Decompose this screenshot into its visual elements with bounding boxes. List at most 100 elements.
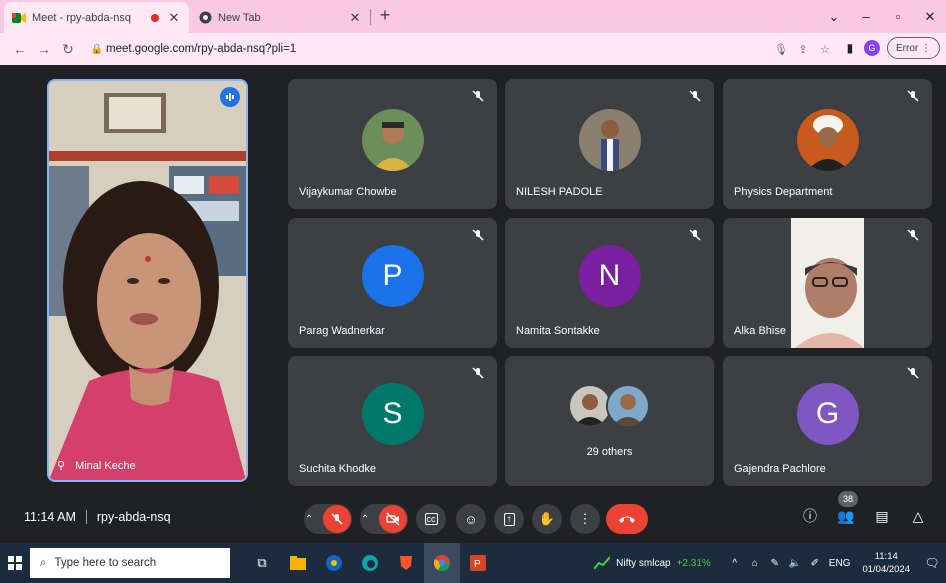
- notifications-icon[interactable]: 🗨: [918, 556, 946, 570]
- camera-options-chevron-icon[interactable]: ⌃: [361, 514, 379, 525]
- close-tab-icon[interactable]: ✕: [348, 10, 362, 26]
- file-explorer-icon[interactable]: [280, 543, 316, 583]
- ticker-change: +2.31%: [676, 557, 711, 569]
- chrome-active-icon[interactable]: [424, 543, 460, 583]
- leave-call-button[interactable]: [606, 504, 648, 534]
- others-avatar: [605, 384, 650, 428]
- participant-photo: [796, 109, 859, 171]
- meeting-code: rpy-abda-nsq: [96, 510, 171, 524]
- taskbar-apps: ⧉ P: [244, 543, 496, 583]
- stock-ticker-widget[interactable]: Nifty smlcap +2.31%: [594, 556, 711, 570]
- mic-control[interactable]: ⌃: [304, 504, 352, 534]
- people-icon[interactable]: 👥: [828, 508, 864, 525]
- search-placeholder: Type here to search: [54, 557, 157, 569]
- mic-options-chevron-icon[interactable]: ⌃: [305, 514, 323, 525]
- profile-avatar[interactable]: G: [863, 40, 880, 56]
- tab-new-tab[interactable]: New Tab ✕: [190, 2, 370, 33]
- powerpoint-icon[interactable]: P: [460, 543, 496, 583]
- pin-icon[interactable]: ⚲: [57, 459, 65, 472]
- participant-video: [791, 218, 864, 348]
- mic-muted-icon: [907, 90, 919, 102]
- present-button[interactable]: ↑: [494, 504, 524, 534]
- participant-avatar-letter: N: [578, 245, 641, 307]
- windows-taskbar: ⌕ Type here to search ⧉ P Nifty smlcap +…: [0, 543, 946, 583]
- minimize-icon[interactable]: –: [850, 9, 882, 24]
- forward-icon[interactable]: →: [32, 41, 56, 57]
- more-options-button[interactable]: ⋮: [570, 504, 600, 534]
- pen-icon[interactable]: ✎: [765, 558, 785, 569]
- captions-icon: cc: [424, 513, 438, 525]
- participant-tile[interactable]: P Parag Wadnerkar: [288, 218, 497, 348]
- brave-icon[interactable]: [388, 543, 424, 583]
- mic-muted-icon: [472, 367, 484, 379]
- captions-button[interactable]: cc: [416, 504, 446, 534]
- meeting-time: 11:14 AM: [24, 510, 76, 524]
- network-icon[interactable]: ⌂: [745, 558, 765, 569]
- windows-logo-icon: [8, 556, 22, 570]
- participant-tile[interactable]: S Suchita Khodke: [288, 356, 497, 486]
- meeting-details-icon[interactable]: ⓘ: [792, 506, 828, 526]
- language-indicator[interactable]: ENG: [829, 558, 851, 569]
- mic-permission-icon[interactable]: 🎙: [770, 43, 792, 56]
- error-button[interactable]: Error ⋮: [886, 37, 940, 59]
- participant-photo: [578, 109, 641, 171]
- participant-tile[interactable]: Physics Department: [723, 79, 932, 209]
- side-panel-icon[interactable]: ▮: [839, 41, 861, 55]
- participant-avatar-letter: P: [361, 245, 424, 307]
- bookmark-star-icon[interactable]: ☆: [814, 43, 836, 56]
- reload-icon[interactable]: ↻: [56, 41, 80, 58]
- error-label: Error: [895, 42, 919, 54]
- meeting-info: 11:14 AM rpy-abda-nsq: [24, 510, 171, 524]
- screen: Meet - rpy-abda-nsq ✕ New Tab ✕ + ⌄ – ▫ …: [0, 0, 946, 583]
- tab-search-icon[interactable]: ⌄: [818, 9, 850, 25]
- mic-off-icon[interactable]: [323, 505, 351, 533]
- speaking-indicator-icon: [220, 87, 240, 107]
- toolbar-right: ▮ G Error ⋮: [839, 37, 940, 59]
- close-window-icon[interactable]: ✕: [914, 9, 946, 25]
- mic-muted-icon: [907, 229, 919, 241]
- new-tab-button[interactable]: +: [374, 5, 396, 26]
- system-tray: Nifty smlcap +2.31% ^ ⌂ ✎ 🔈 ✐ ENG 11:14 …: [594, 543, 946, 583]
- self-video-image: [49, 81, 246, 480]
- camera-off-icon[interactable]: [379, 505, 407, 533]
- chat-icon[interactable]: ▤: [864, 508, 900, 525]
- reactions-button[interactable]: ☺: [456, 504, 486, 534]
- tab-divider: [370, 9, 371, 25]
- mic-muted-icon: [472, 90, 484, 102]
- participant-tile[interactable]: G Gajendra Pachlore: [723, 356, 932, 486]
- raise-hand-button[interactable]: ✋: [532, 504, 562, 534]
- participant-tile[interactable]: N Namita Sontakke: [505, 218, 714, 348]
- taskbar-search-box[interactable]: ⌕ Type here to search: [30, 548, 230, 578]
- show-hidden-icons-icon[interactable]: ^: [725, 558, 745, 569]
- others-tile[interactable]: 29 others: [505, 356, 714, 486]
- participant-tile[interactable]: Alka Bhise: [723, 218, 932, 348]
- activities-icon[interactable]: △: [900, 508, 936, 525]
- stock-trend-icon: [594, 556, 611, 570]
- present-screen-icon: ↑: [503, 512, 515, 526]
- participant-name: Namita Sontakke: [516, 325, 600, 337]
- self-video-tile[interactable]: ⚲ Minal Keche: [47, 79, 248, 482]
- participant-tile[interactable]: Vijaykumar Chowbe: [288, 79, 497, 209]
- ticker-name: Nifty smlcap: [616, 557, 671, 569]
- close-tab-icon[interactable]: ✕: [167, 10, 181, 26]
- participant-tile[interactable]: NILESH PADOLE: [505, 79, 714, 209]
- address-bar[interactable]: 🔒 meet.google.com/rpy-abda-nsq?pli=1 🎙 ⇪…: [88, 37, 836, 61]
- meeting-controls-bar: 11:14 AM rpy-abda-nsq ⌃ ⌃ cc ☺ ↑ ✋ ⋮ 38 …: [0, 491, 946, 542]
- camera-control[interactable]: ⌃: [360, 504, 408, 534]
- tab-meet[interactable]: Meet - rpy-abda-nsq ✕: [4, 2, 189, 33]
- start-button[interactable]: [0, 556, 30, 570]
- self-name: Minal Keche: [75, 459, 136, 472]
- participant-avatar-letter: S: [361, 383, 424, 445]
- back-icon[interactable]: ←: [8, 41, 32, 57]
- lock-icon[interactable]: 🔒: [88, 44, 106, 55]
- share-icon[interactable]: ⇪: [792, 43, 814, 56]
- chrome-app-icon[interactable]: [316, 543, 352, 583]
- restore-icon[interactable]: ▫: [882, 9, 914, 24]
- volume-icon[interactable]: 🔈: [785, 558, 805, 569]
- edge-icon[interactable]: [352, 543, 388, 583]
- mic-muted-icon: [689, 229, 701, 241]
- task-view-icon[interactable]: ⧉: [244, 543, 280, 583]
- input-icon[interactable]: ✐: [805, 558, 825, 569]
- taskbar-clock[interactable]: 11:14 01/04/2024: [862, 550, 910, 576]
- meet-favicon-icon: [12, 11, 26, 25]
